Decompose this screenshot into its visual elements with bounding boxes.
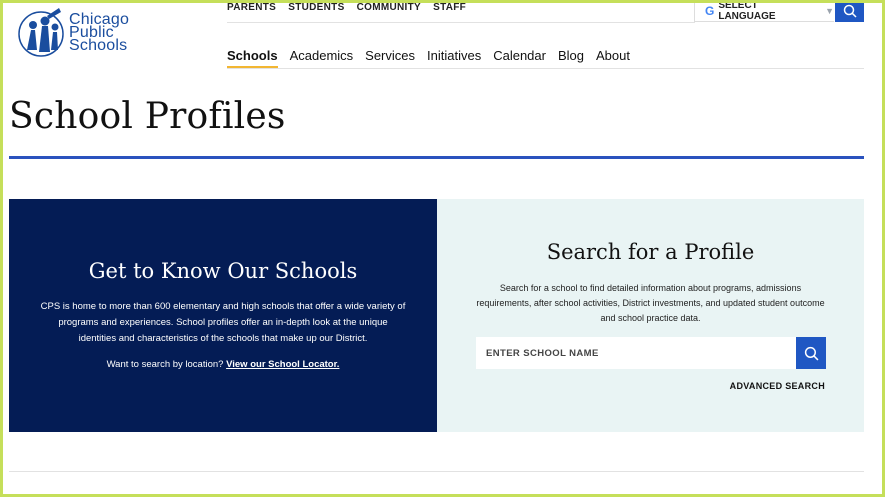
logo-line-3: Schools <box>69 37 128 54</box>
nav-divider <box>227 68 864 69</box>
cps-emblem-icon <box>18 8 64 57</box>
logo-wordmark: Chicago Public Schools <box>69 12 129 54</box>
nav-about[interactable]: About <box>596 48 630 69</box>
search-profile-panel: Search for a Profile Search for a school… <box>437 199 864 432</box>
header-search-button[interactable] <box>835 0 864 22</box>
know-schools-description: CPS is home to more than 600 elementary … <box>40 301 406 344</box>
search-profile-description: Search for a school to find detailed inf… <box>476 283 825 323</box>
util-link-parents[interactable]: PARENTS <box>227 2 276 13</box>
school-search-button[interactable] <box>796 337 826 369</box>
util-link-staff[interactable]: STAFF <box>433 2 466 13</box>
know-schools-heading: Get to Know Our Schools <box>88 259 358 283</box>
nav-schools[interactable]: Schools <box>227 48 278 69</box>
locator-prefix: Want to search by location? <box>106 359 224 370</box>
school-name-input[interactable] <box>476 337 796 369</box>
nav-calendar[interactable]: Calendar <box>493 48 546 69</box>
school-locator-link[interactable]: View our School Locator. <box>226 359 339 370</box>
cps-logo[interactable]: Chicago Public Schools <box>17 6 147 62</box>
nav-blog[interactable]: Blog <box>558 48 584 69</box>
main-nav: Schools Academics Services Initiatives C… <box>227 48 630 69</box>
nav-initiatives[interactable]: Initiatives <box>427 48 481 69</box>
language-selector[interactable]: G SELECT LANGUAGE ▼ <box>694 0 834 22</box>
nav-services[interactable]: Services <box>365 48 415 69</box>
search-profile-heading: Search for a Profile <box>546 240 755 264</box>
nav-academics[interactable]: Academics <box>290 48 354 69</box>
caret-down-icon: ▼ <box>825 5 834 16</box>
title-rule <box>9 156 864 159</box>
locator-line: Want to search by location? View our Sch… <box>9 359 437 370</box>
section-divider <box>9 471 864 472</box>
language-label: SELECT LANGUAGE <box>718 0 776 22</box>
utility-divider <box>227 22 695 23</box>
know-our-schools-panel: Get to Know Our Schools CPS is home to m… <box>9 199 437 432</box>
search-icon <box>843 4 857 18</box>
util-link-students[interactable]: STUDENTS <box>288 2 344 13</box>
search-icon <box>804 346 818 360</box>
utility-nav: PARENTS STUDENTS COMMUNITY STAFF <box>227 2 475 13</box>
advanced-search-link[interactable]: ADVANCED SEARCH <box>730 381 825 391</box>
google-icon: G <box>705 3 715 18</box>
util-link-community[interactable]: COMMUNITY <box>357 2 421 13</box>
page-title: School Profiles <box>9 96 286 137</box>
